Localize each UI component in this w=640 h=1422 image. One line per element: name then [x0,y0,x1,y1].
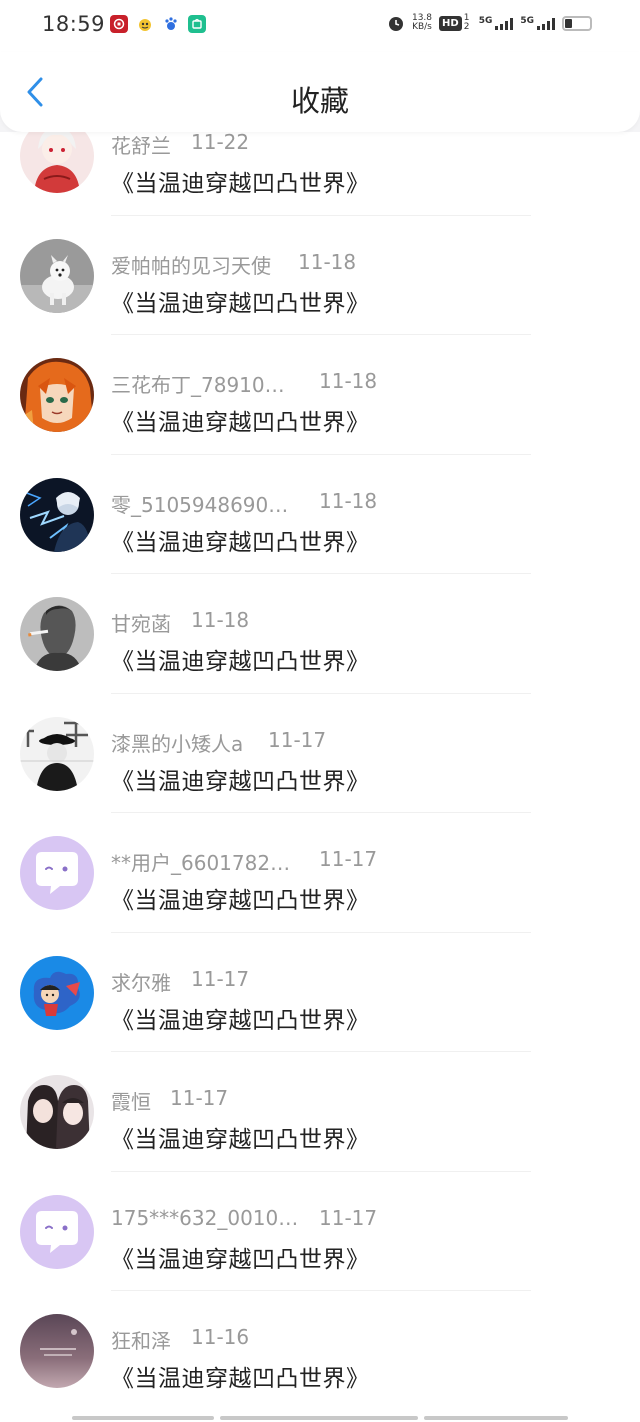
favorite-date: 11-17 [319,847,378,871]
story-title[interactable]: 《当温迪穿越凹凸世界》 [111,403,370,437]
story-title[interactable]: 《当温迪穿越凹凸世界》 [111,1240,370,1274]
alarm-icon [388,17,403,31]
list-item[interactable]: 漆黑的小矮人a 11-17 《当温迪穿越凹凸世界》 [0,694,640,813]
story-title[interactable]: 《当温迪穿越凹凸世界》 [111,284,370,318]
favorite-date: 11-18 [319,369,378,393]
user-avatar[interactable] [20,477,94,552]
network-speed-unit: KB/s [412,22,432,32]
story-title[interactable]: 《当温迪穿越凹凸世界》 [111,1359,370,1393]
list-item[interactable]: 花舒兰 11-22 《当温迪穿越凹凸世界》 [0,132,640,216]
user-name[interactable]: 零_5105948690… [111,489,288,518]
story-title[interactable]: 《当温迪穿越凹凸世界》 [111,642,370,676]
user-name[interactable]: 霞恒 [111,1086,151,1115]
default-avatar-icon[interactable] [20,836,94,910]
signal-label-sim1: 5G [478,16,493,26]
signal-label-sim2: 5G [520,16,534,26]
favorite-date: 11-18 [191,608,250,632]
favorites-list[interactable]: 花舒兰 11-22 《当温迪穿越凹凸世界》 爱帕帕的见习天使 11-18 《当温… [0,132,640,1414]
user-avatar[interactable] [20,238,94,313]
hd-badge: HD [439,15,462,31]
user-avatar[interactable] [20,955,94,1030]
favorite-date: 11-18 [298,249,357,274]
favorite-date: 11-17 [319,1205,378,1230]
favorite-date: 11-17 [170,1086,229,1110]
story-title[interactable]: 《当温迪穿越凹凸世界》 [111,1001,370,1035]
status-bar: 18:59 13.8 KB/s HD 1 2 5G 5G [0,0,640,52]
favorite-date: 11-17 [191,966,250,991]
user-name[interactable]: 狂和泽 [111,1325,171,1354]
favorite-date: 11-18 [319,488,378,513]
cartoon-app-icon [136,15,154,33]
network-speed: 13.8 KB/s [412,14,432,32]
shopping-app-icon [188,15,206,33]
signal-strength-sim2: 5G [520,16,555,30]
list-item[interactable]: 零_5105948690… 11-18 《当温迪穿越凹凸世界》 [0,455,640,574]
list-item[interactable]: 狂和泽 11-16 《当温迪穿越凹凸世界》 [0,1291,640,1411]
favorite-date: 11-17 [268,727,327,752]
notification-icons [110,15,206,33]
baidu-app-icon [162,15,180,33]
list-item[interactable]: 三花布丁_78910… 11-18 《当温迪穿越凹凸世界》 [0,335,640,455]
battery-icon [562,15,592,31]
user-name[interactable]: 花舒兰 [111,132,171,159]
list-item[interactable]: 爱帕帕的见习天使 11-18 《当温迪穿越凹凸世界》 [0,216,640,335]
user-avatar[interactable] [20,597,94,671]
status-time: 18:59 [42,12,106,36]
hd-sim-slots: 1 2 [463,13,470,32]
favorite-date: 11-22 [191,132,250,154]
user-name[interactable]: 175***632_0010… [111,1206,298,1230]
page-title: 收藏 [290,84,349,118]
bank-app-icon [110,15,128,33]
user-name[interactable]: 爱帕帕的见习天使 [111,250,271,279]
list-item[interactable]: 175***632_0010… 11-17 《当温迪穿越凹凸世界》 [0,1172,640,1291]
user-avatar[interactable] [20,1075,94,1149]
signal-strength-sim1: 5G [479,16,514,30]
story-title[interactable]: 《当温迪穿越凹凸世界》 [111,164,370,198]
list-item[interactable]: 甘宛菡 11-18 《当温迪穿越凹凸世界》 [0,574,640,694]
story-title[interactable]: 《当温迪穿越凹凸世界》 [111,523,370,557]
favorite-date: 11-16 [191,1325,250,1349]
user-name[interactable]: 求尔雅 [111,967,171,996]
user-name[interactable]: 甘宛菡 [111,608,171,637]
user-name[interactable]: **用户_6601782… [111,847,290,876]
story-title[interactable]: 《当温迪穿越凹凸世界》 [111,881,370,915]
bottom-indicator [0,1414,640,1422]
story-title[interactable]: 《当温迪穿越凹凸世界》 [111,1120,370,1154]
user-name[interactable]: 漆黑的小矮人a [111,728,243,757]
user-name[interactable]: 三花布丁_78910… [111,369,285,398]
list-item[interactable]: 霞恒 11-17 《当温迪穿越凹凸世界》 [0,1052,640,1172]
story-title[interactable]: 《当温迪穿越凹凸世界》 [111,762,370,796]
list-item[interactable]: **用户_6601782… 11-17 《当温迪穿越凹凸世界》 [0,813,640,933]
status-indicators: 13.8 KB/s HD 1 2 5G 5G [387,14,592,32]
navigation-header: 收藏 [0,52,640,132]
user-avatar[interactable] [20,358,94,432]
user-avatar[interactable] [20,1314,94,1388]
user-avatar[interactable] [20,132,94,193]
user-avatar[interactable] [20,716,94,791]
list-item[interactable]: 求尔雅 11-17 《当温迪穿越凹凸世界》 [0,933,640,1052]
default-avatar-icon[interactable] [20,1194,94,1269]
